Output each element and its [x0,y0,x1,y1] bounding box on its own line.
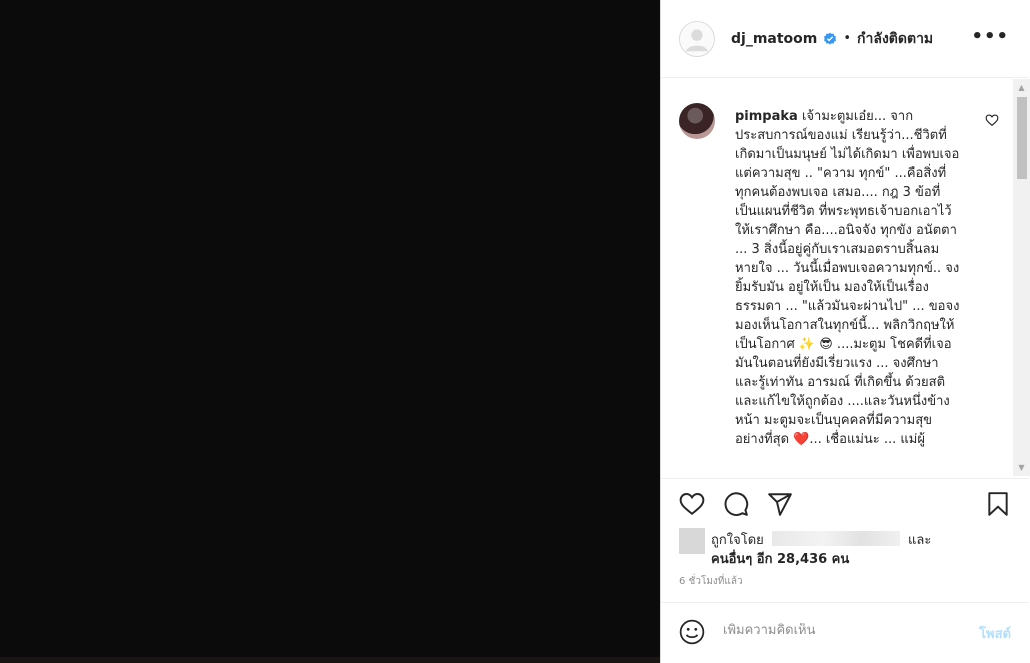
share-icon[interactable] [767,491,793,517]
comments-area: pimpaka เจ้ามะตูมเอ๋ย... จากประสบการณ์ขอ… [661,79,1029,476]
emoji-icon[interactable] [679,619,705,645]
add-comment-bar: โพสต์ [661,602,1029,663]
verified-badge-icon [823,32,837,46]
heart-icon[interactable] [679,491,705,517]
comment-input[interactable] [723,623,963,638]
commenter-username[interactable]: pimpaka [735,109,798,124]
scrollbar-thumb[interactable] [1017,97,1027,179]
comment-item: pimpaka เจ้ามะตูมเอ๋ย... จากประสบการณ์ขอ… [679,103,999,449]
author-username[interactable]: dj_matoom [731,31,817,47]
liker-name-redacted[interactable] [771,531,900,546]
comments-scrollbar[interactable]: ▲ ▼ [1013,79,1030,476]
others-likes-link[interactable]: คนอื่นๆ อีก 28,436 คน [711,548,849,569]
small-heart-icon[interactable] [985,113,999,127]
following-button[interactable]: กำลังติดตาม [857,28,933,50]
post-side-panel: dj_matoom • กำลังติดตาม ••• pimpaka เจ้า… [660,0,1030,663]
header-separator: • [843,31,852,46]
post-comment-button[interactable]: โพสต์ [979,623,1011,644]
action-bar [661,478,1029,526]
commenter-avatar[interactable] [679,103,715,139]
post-header: dj_matoom • กำลังติดตาม ••• [661,0,1029,78]
bookmark-icon[interactable] [985,491,1011,517]
scroll-up-arrow-icon[interactable]: ▲ [1013,79,1030,96]
comment-icon[interactable] [723,491,749,517]
default-avatar-icon [680,21,714,56]
liked-by-prefix: ถูกใจโดย [711,533,764,548]
liked-by-suffix: และ [908,533,932,548]
liked-by-line: ถูกใจโดย และ [711,529,931,550]
more-icon[interactable]: ••• [971,28,1009,46]
media-bottom-edge [0,657,660,663]
post-media[interactable] [0,0,660,663]
liker-avatar[interactable] [679,528,705,554]
scroll-down-arrow-icon[interactable]: ▼ [1013,459,1030,476]
post-timestamp[interactable]: 6 ชั่วโมงที่แล้ว [679,574,743,589]
comment-body: pimpaka เจ้ามะตูมเอ๋ย... จากประสบการณ์ขอ… [735,107,961,449]
comment-text: เจ้ามะตูมเอ๋ย... จากประสบการณ์ของแม่ เรี… [735,109,960,447]
author-avatar[interactable] [679,20,715,57]
